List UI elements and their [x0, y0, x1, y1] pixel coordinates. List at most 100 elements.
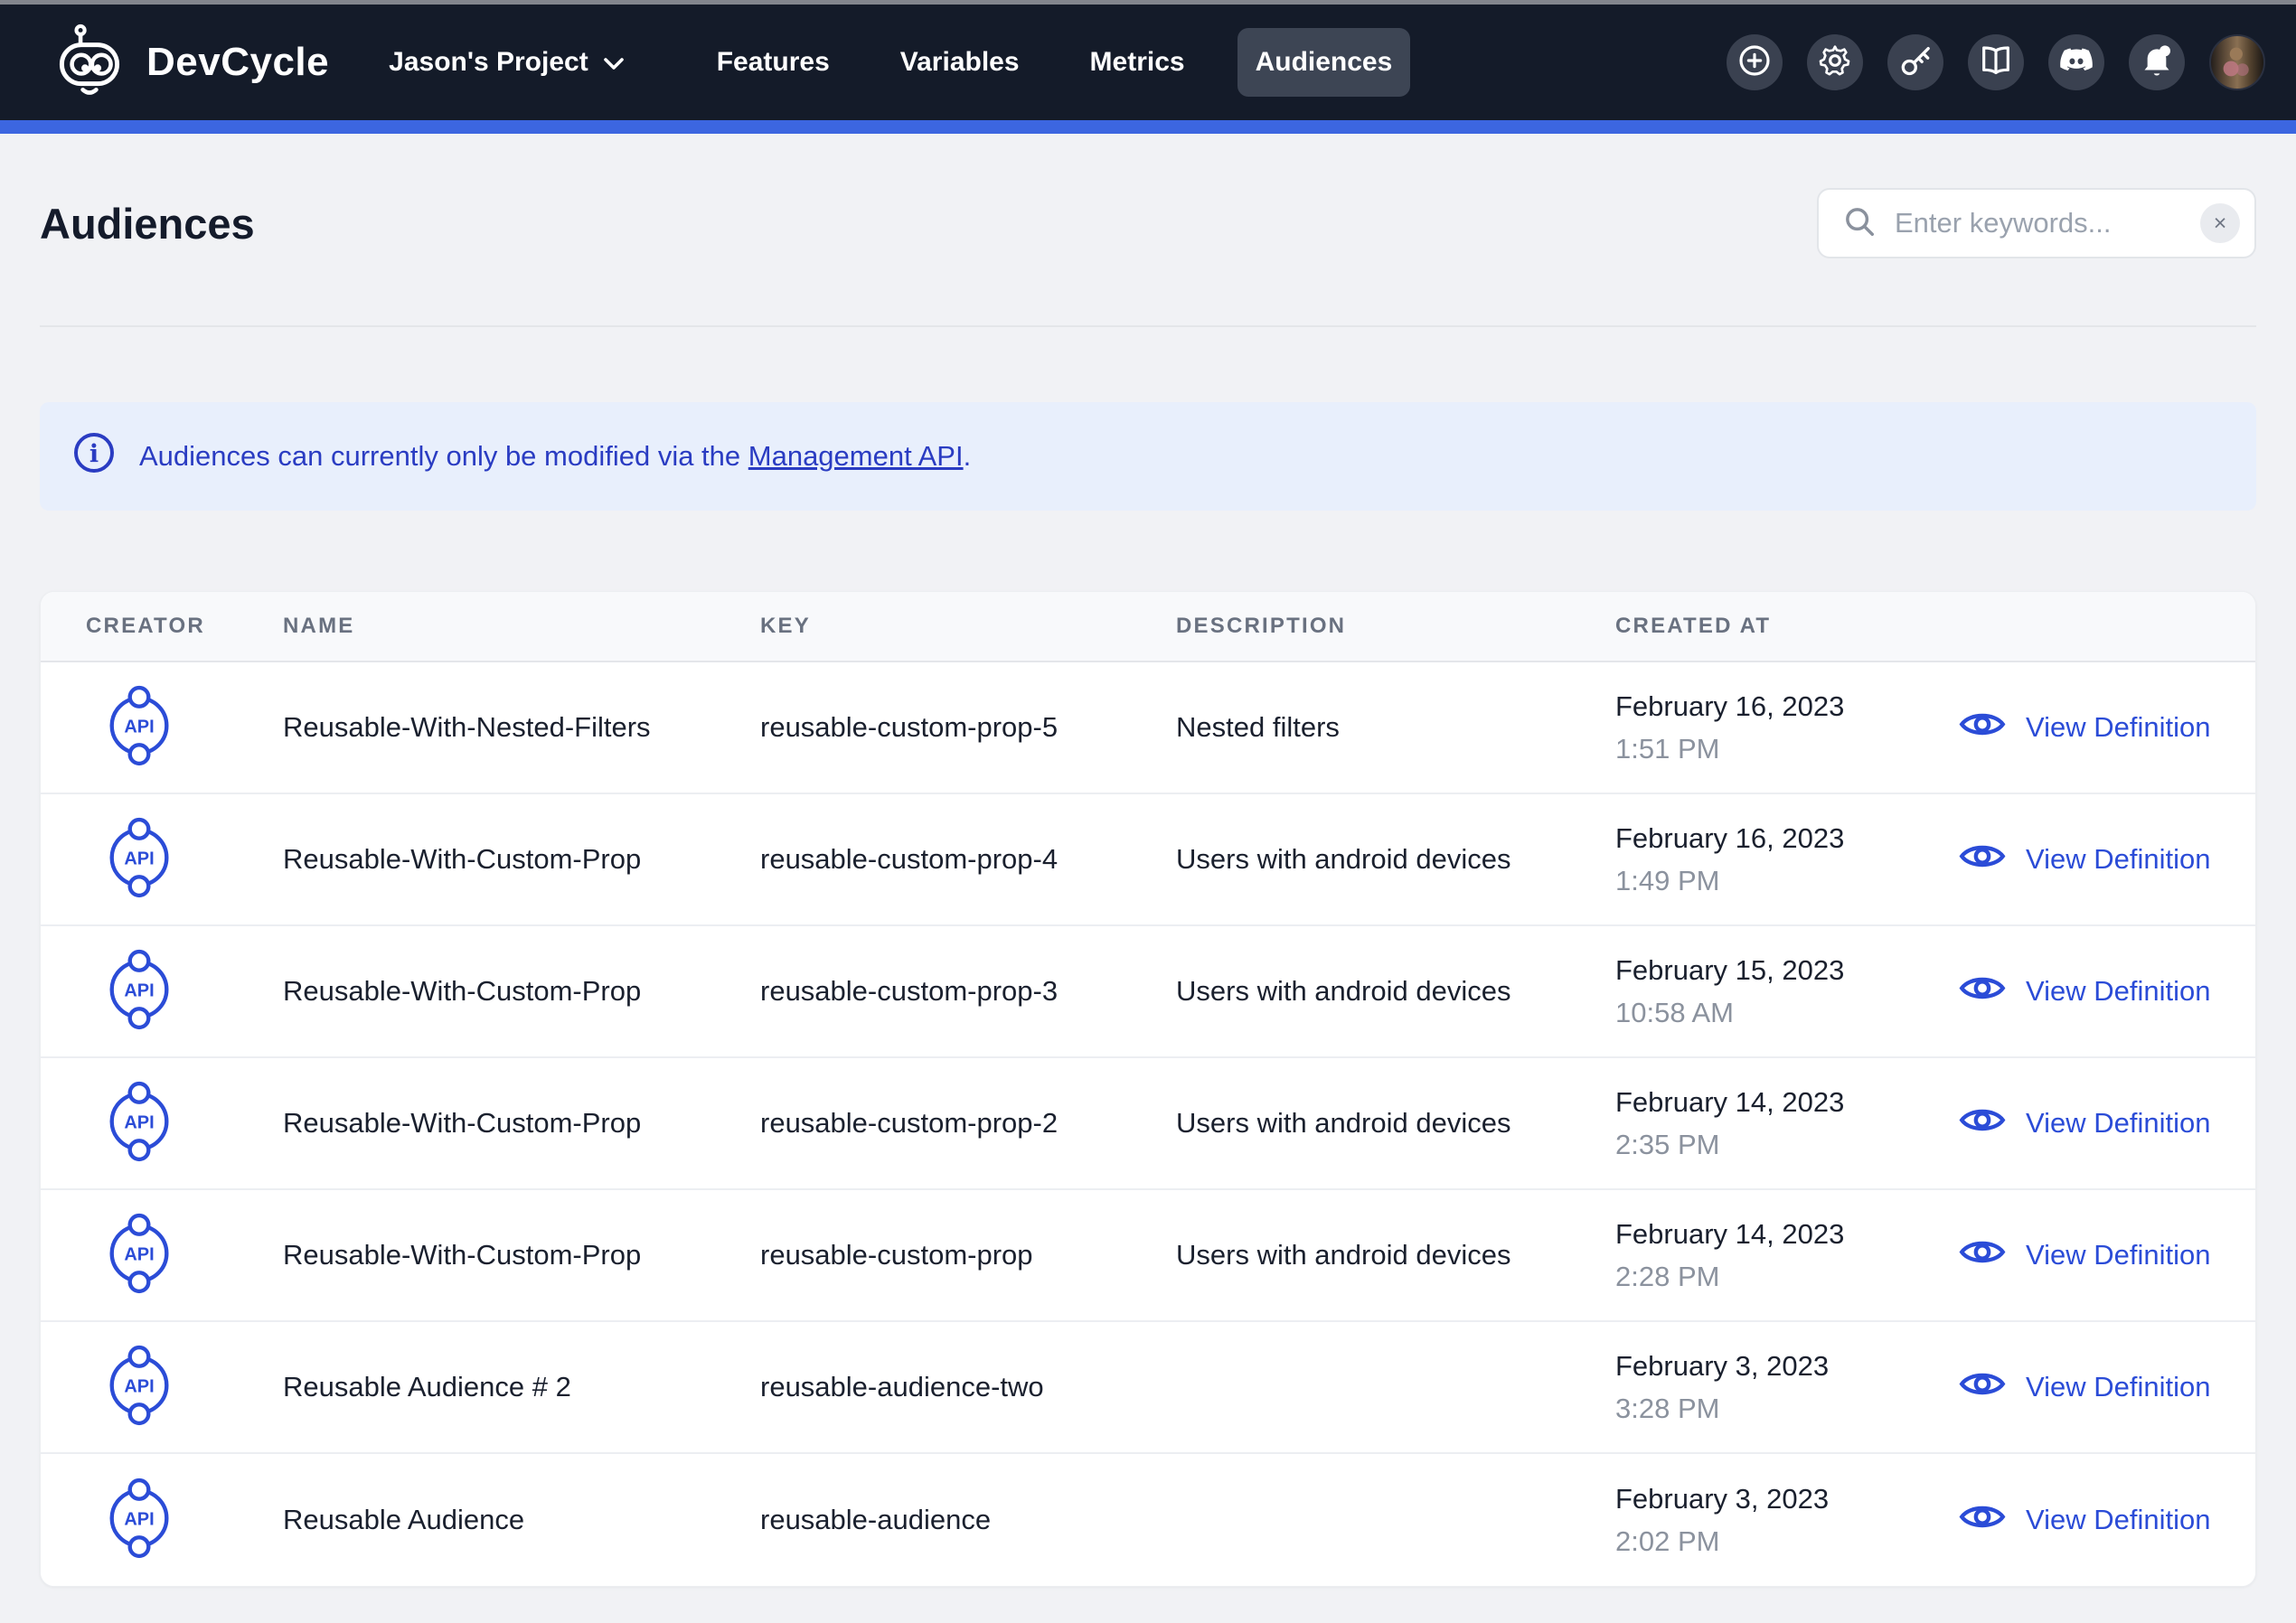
created-date: February 14, 2023 — [1615, 1217, 1959, 1251]
table-row: API Reusable-With-Custom-Prop reusable-c… — [41, 1058, 2255, 1190]
close-icon: × — [2214, 212, 2227, 235]
audience-key: reusable-custom-prop-3 — [760, 975, 1176, 1008]
project-switcher[interactable]: Jason's Project — [389, 47, 625, 78]
view-definition-button[interactable]: View Definition — [1959, 1500, 2255, 1541]
column-header-description: DESCRIPTION — [1176, 614, 1615, 639]
project-name: Jason's Project — [389, 47, 588, 78]
api-keys-button[interactable] — [1887, 34, 1943, 90]
creator-badge-text: API — [124, 1244, 154, 1264]
created-time: 1:49 PM — [1615, 864, 1959, 897]
created-date: February 3, 2023 — [1615, 1482, 1959, 1515]
audience-description: Users with android devices — [1176, 1239, 1615, 1271]
creator-cell: API — [41, 1209, 238, 1302]
key-icon — [1897, 42, 1934, 83]
table-row: API Reusable-With-Nested-Filters reusabl… — [41, 662, 2255, 794]
created-at-cell: February 15, 2023 10:58 AM — [1615, 953, 1959, 1029]
column-header-created-at: CREATED AT — [1615, 614, 1959, 639]
table-row: API Reusable-With-Custom-Prop reusable-c… — [41, 794, 2255, 926]
audience-key: reusable-audience-two — [760, 1371, 1176, 1403]
api-badge-icon: API — [103, 1077, 175, 1170]
creator-badge-text: API — [124, 717, 154, 736]
view-definition-label: View Definition — [2026, 1371, 2210, 1403]
view-definition-button[interactable]: View Definition — [1959, 971, 2255, 1012]
docs-button[interactable] — [1968, 34, 2024, 90]
accent-bar — [0, 120, 2296, 134]
api-badge-icon: API — [103, 1341, 175, 1434]
creator-cell: API — [41, 1077, 238, 1170]
created-date: February 16, 2023 — [1615, 821, 1959, 855]
creator-badge-text: API — [124, 849, 154, 868]
creator-badge-text: API — [124, 1509, 154, 1529]
view-definition-label: View Definition — [2026, 975, 2210, 1008]
eye-icon — [1959, 1367, 2006, 1408]
eye-icon — [1959, 1500, 2006, 1541]
view-definition-button[interactable]: View Definition — [1959, 840, 2255, 880]
eye-icon — [1959, 1235, 2006, 1276]
page-title: Audiences — [40, 199, 255, 249]
created-at-cell: February 14, 2023 2:28 PM — [1615, 1217, 1959, 1293]
view-definition-button[interactable]: View Definition — [1959, 708, 2255, 748]
api-badge-icon: API — [103, 1209, 175, 1302]
table-row: API Reusable-With-Custom-Prop reusable-c… — [41, 926, 2255, 1058]
primary-nav: Features Variables Metrics Audiences — [699, 28, 1411, 97]
created-time: 10:58 AM — [1615, 996, 1959, 1029]
audience-description: Users with android devices — [1176, 975, 1615, 1008]
search-box: × — [1817, 188, 2256, 258]
audience-description: Users with android devices — [1176, 843, 1615, 876]
creator-cell: API — [41, 945, 238, 1038]
settings-button[interactable] — [1807, 34, 1863, 90]
created-at-cell: February 3, 2023 2:02 PM — [1615, 1482, 1959, 1558]
created-time: 2:35 PM — [1615, 1128, 1959, 1161]
created-time: 2:28 PM — [1615, 1260, 1959, 1293]
clear-search-button[interactable]: × — [2200, 203, 2240, 243]
creator-cell: API — [41, 813, 238, 906]
audience-name: Reusable-With-Custom-Prop — [283, 1107, 760, 1140]
eye-icon — [1959, 971, 2006, 1012]
table-row: API Reusable-With-Custom-Prop reusable-c… — [41, 1190, 2255, 1322]
table-row: API Reusable Audience reusable-audience … — [41, 1454, 2255, 1586]
nav-item-features[interactable]: Features — [699, 28, 848, 97]
main-content: Audiences × i Audiences can currently on… — [0, 184, 2296, 1587]
view-definition-label: View Definition — [2026, 1107, 2210, 1140]
brand-name: DevCycle — [146, 40, 329, 85]
api-badge-icon: API — [103, 813, 175, 906]
api-badge-icon: API — [103, 945, 175, 1038]
nav-item-variables[interactable]: Variables — [882, 28, 1038, 97]
eye-icon — [1959, 708, 2006, 748]
audience-name: Reusable-With-Nested-Filters — [283, 711, 760, 744]
audience-description: Nested filters — [1176, 711, 1615, 744]
audiences-table: CREATOR NAME KEY DESCRIPTION CREATED AT … — [40, 591, 2256, 1587]
banner-text: Audiences can currently only be modified… — [139, 440, 971, 473]
eye-icon — [1959, 1103, 2006, 1144]
view-definition-button[interactable]: View Definition — [1959, 1367, 2255, 1408]
created-at-cell: February 16, 2023 1:51 PM — [1615, 690, 1959, 765]
user-avatar[interactable] — [2209, 34, 2265, 90]
view-definition-label: View Definition — [2026, 711, 2210, 744]
chevron-down-icon — [603, 47, 625, 78]
notifications-button[interactable] — [2129, 34, 2185, 90]
brand[interactable]: DevCycle — [51, 22, 329, 104]
api-badge-icon: API — [103, 681, 175, 774]
management-api-link[interactable]: Management API — [748, 440, 964, 472]
table-body: API Reusable-With-Nested-Filters reusabl… — [41, 662, 2255, 1586]
view-definition-button[interactable]: View Definition — [1959, 1103, 2255, 1144]
discord-button[interactable] — [2048, 34, 2104, 90]
nav-icon-buttons — [1727, 34, 2265, 90]
created-time: 1:51 PM — [1615, 732, 1959, 765]
audience-name: Reusable-With-Custom-Prop — [283, 1239, 760, 1271]
section-divider — [40, 325, 2256, 327]
table-header: CREATOR NAME KEY DESCRIPTION CREATED AT — [41, 592, 2255, 662]
discord-icon — [2057, 42, 2095, 84]
column-header-creator: CREATOR — [41, 614, 283, 639]
search-input[interactable] — [1895, 207, 2182, 239]
create-button[interactable] — [1727, 34, 1783, 90]
nav-item-metrics[interactable]: Metrics — [1072, 28, 1203, 97]
info-icon: i — [72, 431, 116, 482]
created-at-cell: February 16, 2023 1:49 PM — [1615, 821, 1959, 897]
created-date: February 14, 2023 — [1615, 1085, 1959, 1119]
audience-key: reusable-audience — [760, 1504, 1176, 1536]
nav-item-audiences[interactable]: Audiences — [1237, 28, 1411, 97]
view-definition-button[interactable]: View Definition — [1959, 1235, 2255, 1276]
gear-icon — [1817, 42, 1853, 83]
creator-cell: API — [41, 1341, 238, 1434]
